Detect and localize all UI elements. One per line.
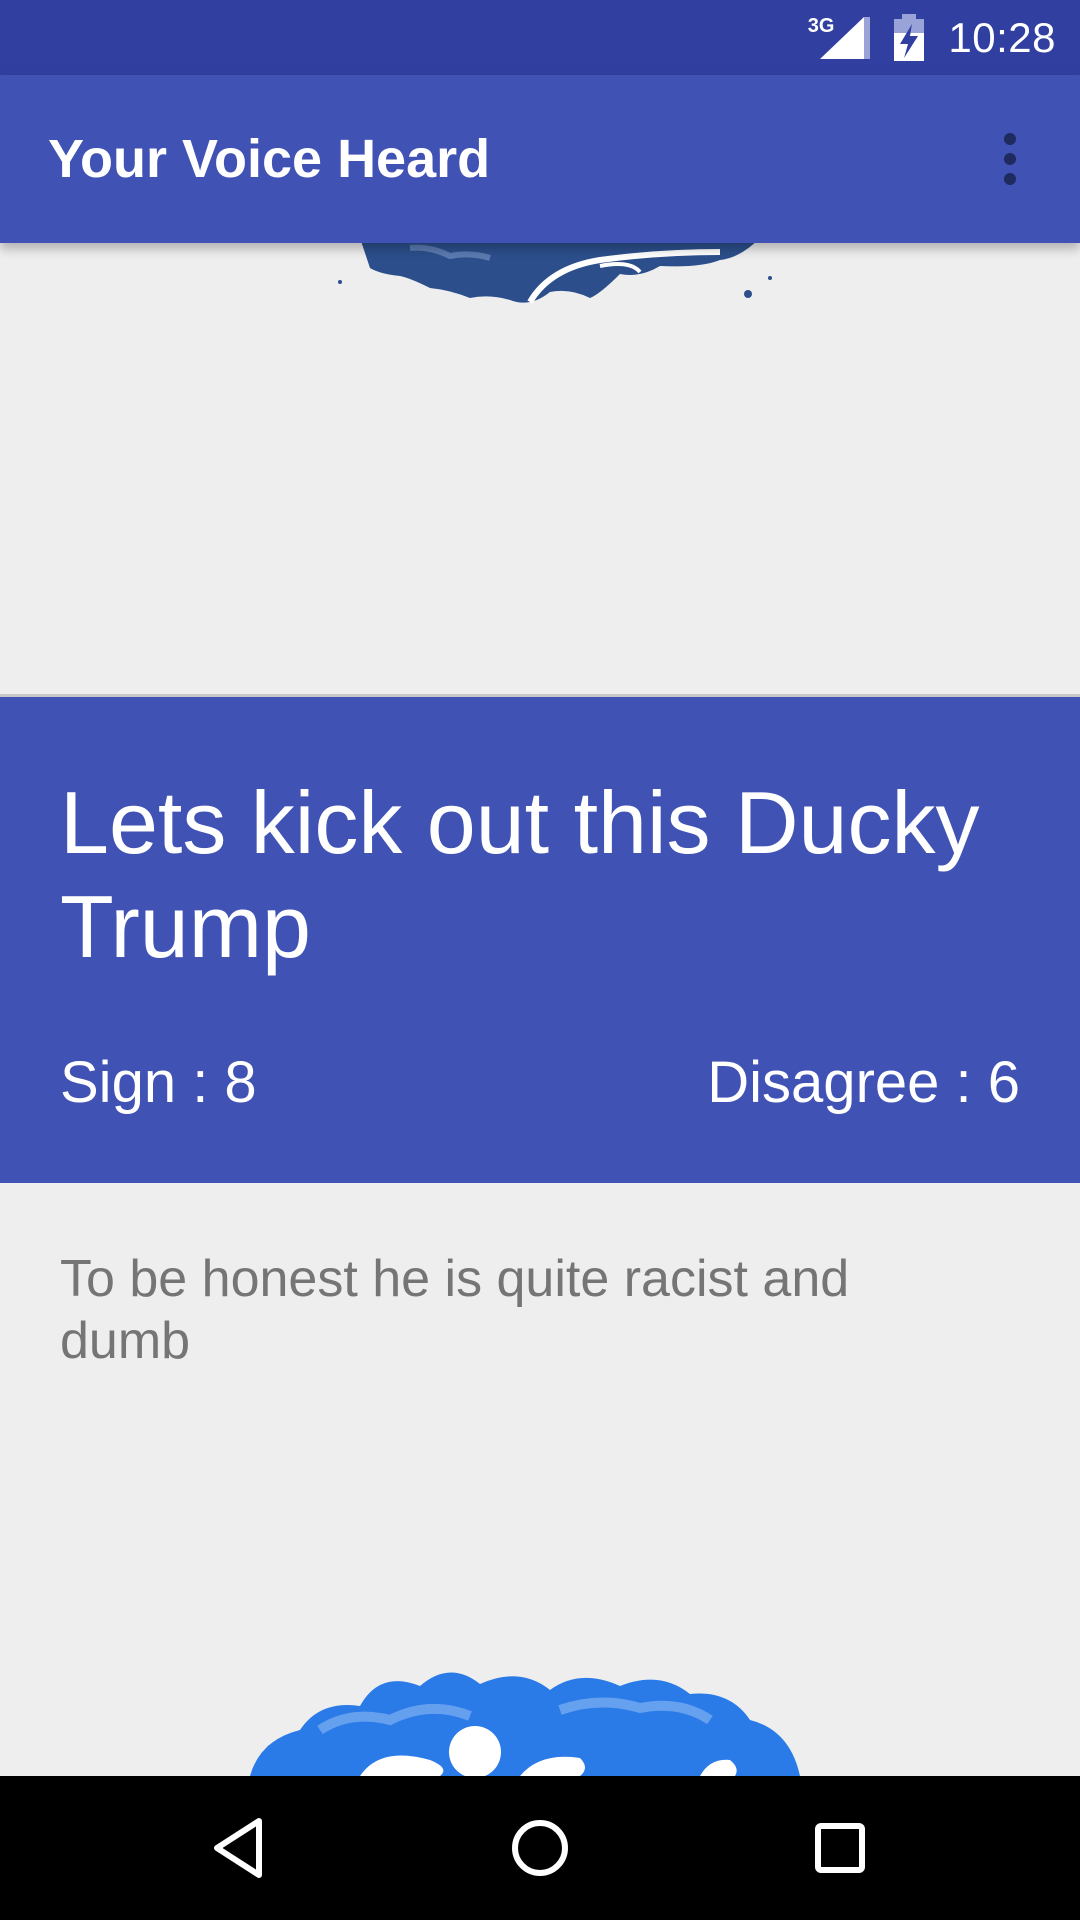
clock: 10:28 xyxy=(948,13,1056,61)
app-title: Your Voice Heard xyxy=(48,129,491,189)
screen: 3G 10:28 Your Voice Heard Lets kick out … xyxy=(0,0,1080,1920)
network-type-label: 3G xyxy=(807,15,835,37)
overflow-menu-button[interactable] xyxy=(970,119,1050,199)
status-icons: 3G 10:28 xyxy=(808,0,1056,75)
recents-square-icon xyxy=(815,1823,865,1873)
top-splash-image xyxy=(338,238,772,304)
navigation-bar xyxy=(0,1776,1080,1920)
disagree-count[interactable]: Disagree : 6 xyxy=(707,1049,1020,1116)
petition-description: To be honest he is quite racist and dumb xyxy=(60,1250,850,1370)
bottom-splash-image xyxy=(250,1672,800,1776)
home-button[interactable] xyxy=(490,1798,590,1898)
back-button[interactable] xyxy=(190,1798,290,1898)
battery-charging-icon xyxy=(894,13,925,61)
petition-card[interactable]: Lets kick out this Ducky Trump Sign : 8 … xyxy=(0,697,1080,1183)
back-triangle-icon xyxy=(214,1818,262,1878)
status-bar: 3G 10:28 xyxy=(0,0,1080,75)
recents-button[interactable] xyxy=(790,1798,890,1898)
more-vert-icon xyxy=(1004,133,1016,185)
home-circle-icon xyxy=(512,1820,568,1876)
app-bar: Your Voice Heard xyxy=(0,75,1080,243)
petition-title: Lets kick out this Ducky Trump xyxy=(60,773,980,976)
sign-count[interactable]: Sign : 8 xyxy=(60,1049,257,1116)
